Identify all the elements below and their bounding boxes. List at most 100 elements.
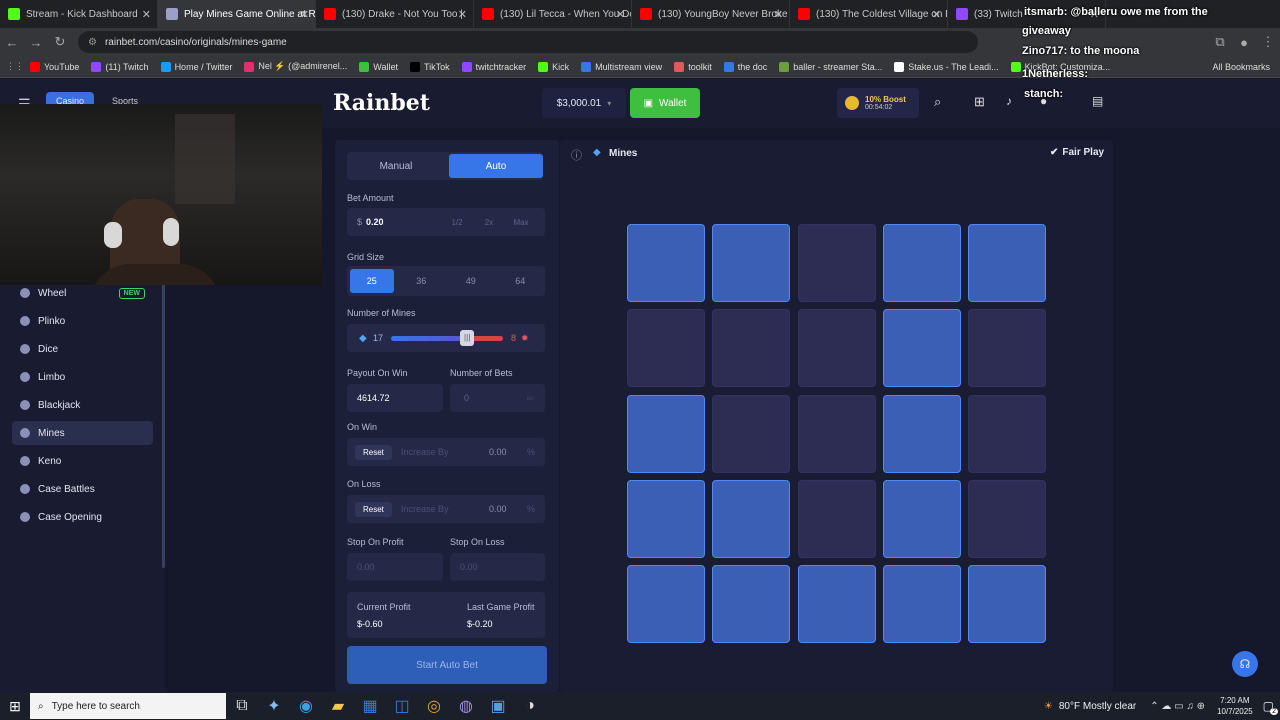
hidden-tile[interactable] xyxy=(968,479,1047,558)
grid-size-option[interactable]: 25 xyxy=(350,269,394,293)
close-icon[interactable]: ✕ xyxy=(458,8,467,21)
revealed-tile[interactable] xyxy=(968,224,1047,302)
rainbet-logo[interactable]: Rainbet xyxy=(333,90,430,116)
copilot-icon[interactable]: ✦ xyxy=(258,696,290,716)
bookmark-item[interactable]: baller - streamer Sta... xyxy=(779,61,882,72)
revealed-tile[interactable] xyxy=(627,394,705,473)
close-icon[interactable]: ✕ xyxy=(774,8,783,21)
notification-center[interactable]: ▢ 2 xyxy=(1263,699,1278,715)
revealed-tile[interactable] xyxy=(882,309,961,388)
outlook-icon[interactable]: ◫ xyxy=(386,696,418,716)
reload-icon[interactable]: ↻ xyxy=(48,34,72,50)
close-icon[interactable]: ✕ xyxy=(932,8,941,21)
bookmark-item[interactable]: YouTube xyxy=(30,61,79,72)
bookmark-item[interactable]: Nel ⚡ (@admirenel... xyxy=(244,61,347,72)
hidden-tile[interactable] xyxy=(797,309,876,388)
bookmark-item[interactable]: Wallet xyxy=(359,61,398,72)
hidden-tile[interactable] xyxy=(627,309,705,388)
num-bets-input[interactable]: 0 ∞ xyxy=(450,384,545,412)
windows-start-icon[interactable]: ⊞ xyxy=(0,698,30,715)
forward-icon[interactable]: → xyxy=(24,35,48,50)
mines-slider-thumb[interactable]: ||| xyxy=(460,330,475,346)
sidebar-item-mines[interactable]: Mines xyxy=(12,421,153,445)
on-win-increase-value[interactable]: 0.00 xyxy=(489,447,507,457)
bookmark-item[interactable]: (11) Twitch xyxy=(91,61,149,72)
close-icon[interactable]: ✕ xyxy=(300,8,309,21)
revealed-tile[interactable] xyxy=(627,224,705,302)
fair-play-link[interactable]: ✔ Fair Play xyxy=(1050,147,1104,158)
search-icon[interactable]: ⌕ xyxy=(934,94,941,110)
url-input[interactable]: ⚙ rainbet.com/casino/originals/mines-gam… xyxy=(78,31,978,53)
revealed-tile[interactable] xyxy=(882,479,961,558)
app-icon[interactable]: ▣ xyxy=(482,696,514,716)
bookmark-item[interactable]: twitchtracker xyxy=(461,61,526,72)
browser-icon[interactable]: ◑ xyxy=(514,697,546,715)
hidden-tile[interactable] xyxy=(712,394,791,473)
sidebar-item-plinko[interactable]: Plinko xyxy=(12,309,153,333)
on-loss-increase-value[interactable]: 0.00 xyxy=(489,504,507,514)
revealed-tile[interactable] xyxy=(797,565,876,644)
all-bookmarks[interactable]: All Bookmarks xyxy=(1212,62,1270,72)
sidebar-item-case-battles[interactable]: Case Battles xyxy=(12,477,153,501)
hidden-tile[interactable] xyxy=(797,224,876,302)
chrome-icon[interactable]: ◎ xyxy=(418,696,450,716)
bookmark-item[interactable]: Stake.us - The Leadi... xyxy=(894,61,999,72)
apps-icon[interactable]: ⋮⋮ xyxy=(0,61,30,72)
bookmark-item[interactable]: the doc xyxy=(723,61,767,72)
browser-tab[interactable]: (130) Drake - Not You Too | ✕ xyxy=(316,0,474,28)
bookmark-item[interactable]: Kick xyxy=(538,61,569,72)
bookmark-item[interactable]: Home / Twitter xyxy=(160,61,232,72)
stop-profit-input[interactable]: 0.00 xyxy=(347,553,443,581)
manual-tab[interactable]: Manual xyxy=(347,152,445,180)
browser-tab[interactable]: Stream - Kick Dashboard ✕ xyxy=(0,0,158,28)
browser-tab[interactable]: (130) YoungBoy Never Broke A ✕ xyxy=(632,0,790,28)
wallet-button[interactable]: ▣ Wallet xyxy=(630,88,700,118)
revealed-tile[interactable] xyxy=(712,565,791,644)
revealed-tile[interactable] xyxy=(882,224,961,302)
info-icon[interactable]: ⓘ xyxy=(571,147,582,163)
profile-icon[interactable]: ● xyxy=(1232,35,1256,50)
sidebar-item-dice[interactable]: Dice xyxy=(12,337,153,361)
bookmark-item[interactable]: toolkit xyxy=(674,61,712,72)
sidebar-item-limbo[interactable]: Limbo xyxy=(12,365,153,389)
edge-icon[interactable]: ◉ xyxy=(290,696,322,716)
task-view-icon[interactable]: ⧉ xyxy=(226,697,258,715)
bet-amount-field[interactable]: $ 0.20 1/2 2x Max xyxy=(347,208,545,236)
revealed-tile[interactable] xyxy=(968,565,1047,644)
on-loss-reset-button[interactable]: Reset xyxy=(355,501,392,517)
revealed-tile[interactable] xyxy=(882,394,961,473)
system-tray-icons[interactable]: ⌃ ☁ ▭ ♫ ⊕ xyxy=(1150,701,1205,712)
clock[interactable]: 7:20 AM 10/7/2025 xyxy=(1217,695,1253,717)
store-icon[interactable]: ▦ xyxy=(354,696,386,716)
sidebar-item-case-opening[interactable]: Case Opening xyxy=(12,505,153,529)
stop-loss-input[interactable]: 0.00 xyxy=(450,553,545,581)
sidebar-item-keno[interactable]: Keno xyxy=(12,449,153,473)
revealed-tile[interactable] xyxy=(627,479,705,558)
chat-icon[interactable]: ▤ xyxy=(1092,94,1103,108)
sidebar-item-blackjack[interactable]: Blackjack xyxy=(12,393,153,417)
boost-widget[interactable]: 10% Boost 00:54:02 xyxy=(837,88,919,118)
back-icon[interactable]: ← xyxy=(0,35,24,50)
bookmark-item[interactable]: TikTok xyxy=(409,61,450,72)
close-icon[interactable]: ✕ xyxy=(616,8,625,21)
extensions-icon[interactable]: ⧉ xyxy=(1208,34,1232,50)
hidden-tile[interactable] xyxy=(797,479,876,558)
hidden-tile[interactable] xyxy=(968,309,1047,388)
gift-icon[interactable]: ⊞ xyxy=(974,94,985,110)
browser-tab[interactable]: (130) Lil Tecca - When You Do ✕ xyxy=(474,0,632,28)
double-button[interactable]: 2x xyxy=(475,218,503,227)
revealed-tile[interactable] xyxy=(712,224,791,302)
on-win-reset-button[interactable]: Reset xyxy=(355,444,392,460)
hidden-tile[interactable] xyxy=(797,394,876,473)
grid-size-option[interactable]: 64 xyxy=(499,269,543,293)
infinity-icon[interactable]: ∞ xyxy=(527,393,533,403)
weather-widget[interactable]: ☀ 80°F Mostly clear xyxy=(1044,701,1136,712)
taskbar-search[interactable]: ⌕ Type here to search xyxy=(30,693,226,719)
payout-field[interactable]: 4614.72 xyxy=(347,384,443,412)
menu-icon[interactable]: ⋮ xyxy=(1256,34,1280,50)
balance-display[interactable]: $3,000.01 ▾ xyxy=(542,88,626,118)
hidden-tile[interactable] xyxy=(968,394,1047,473)
site-info-icon[interactable]: ⚙ xyxy=(88,37,97,48)
browser-tab[interactable]: (130) The Coldest Village on E ✕ xyxy=(790,0,948,28)
grid-size-option[interactable]: 36 xyxy=(400,269,444,293)
